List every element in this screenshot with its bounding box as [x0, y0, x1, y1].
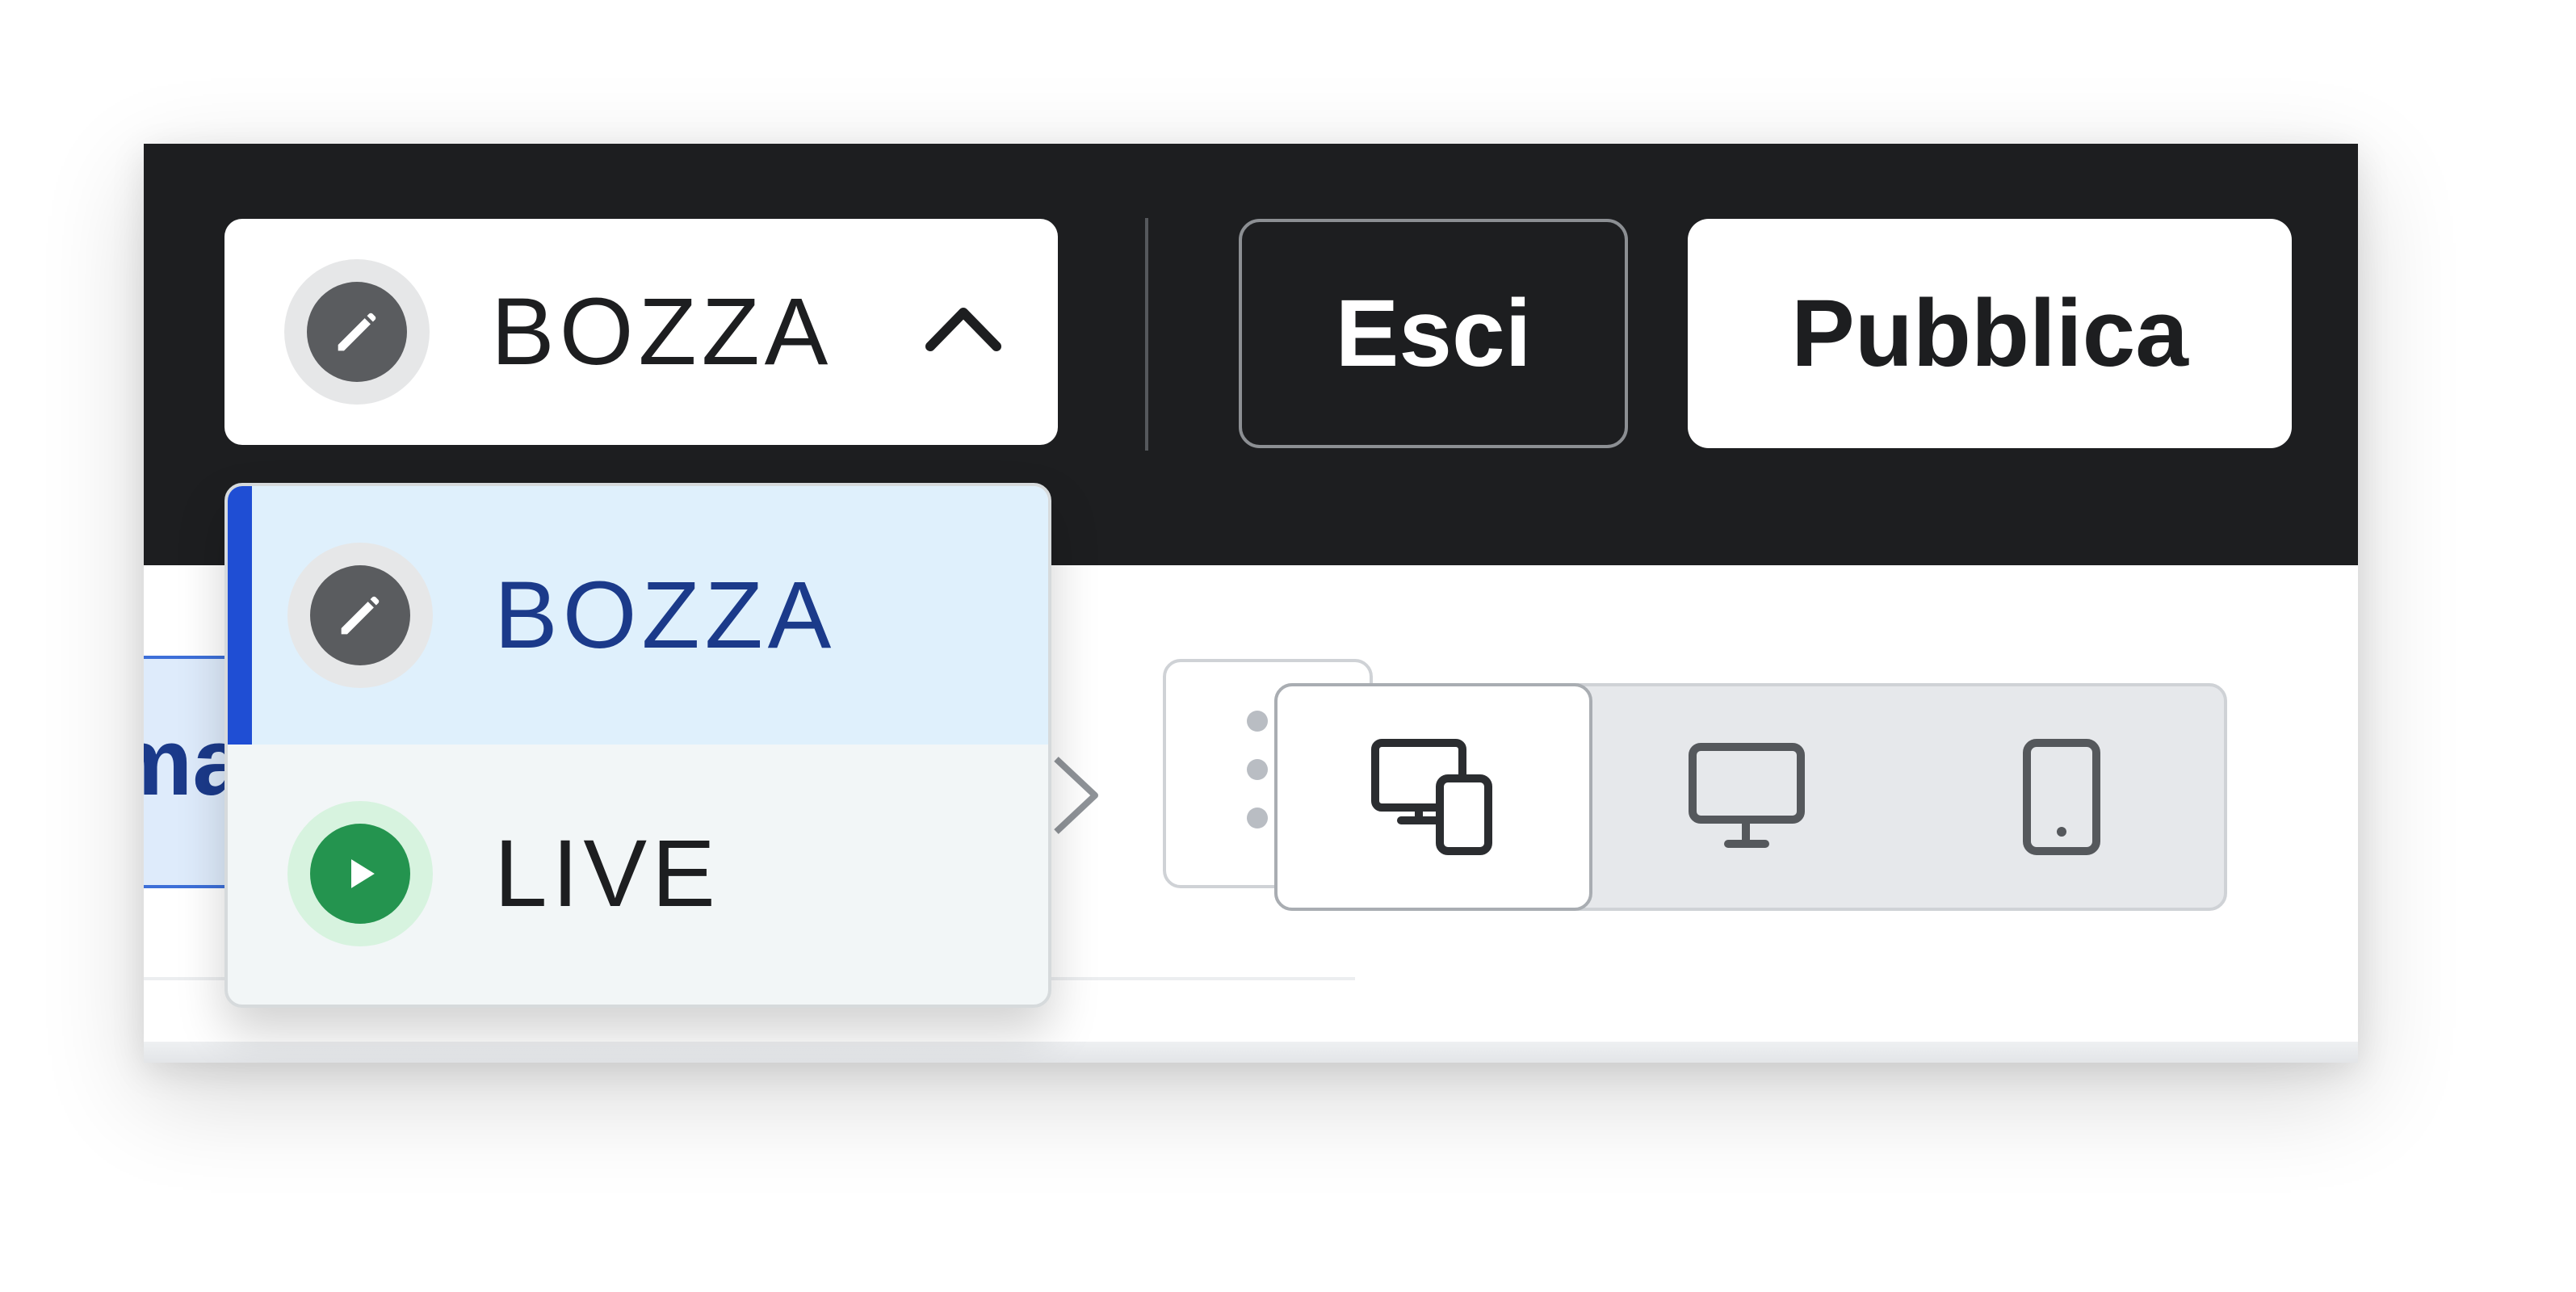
- mobile-view-button[interactable]: [1904, 686, 2219, 908]
- exit-button[interactable]: Esci: [1239, 219, 1628, 448]
- pencil-icon: [341, 596, 380, 635]
- mobile-icon: [2023, 739, 2100, 855]
- more-dot: [1247, 808, 1268, 828]
- app-window: BOZZA Esci Pubblica ma: [144, 144, 2358, 1063]
- more-dot: [1247, 759, 1268, 780]
- more-dots-icon: [1247, 711, 1268, 732]
- status-menu: BOZZA LIVE: [224, 483, 1051, 1008]
- status-option-label: LIVE: [494, 820, 720, 927]
- content-bottom-edge: [144, 1042, 2358, 1063]
- status-dropdown-button[interactable]: BOZZA: [224, 219, 1058, 445]
- status-icon: [287, 801, 433, 946]
- desktop-icon: [1689, 743, 1805, 848]
- device-preview-toggle: [1274, 683, 2227, 911]
- chevron-up-icon: [925, 308, 1001, 351]
- chevron-right-icon: [1054, 757, 1098, 834]
- toolbar-divider: [1145, 218, 1148, 451]
- status-icon: [287, 543, 433, 688]
- desktop-view-button[interactable]: [1589, 686, 1904, 908]
- play-icon: [351, 859, 375, 888]
- status-option-live[interactable]: LIVE: [228, 745, 1048, 1003]
- responsive-devices-icon: [1371, 739, 1492, 855]
- status-option-label: BOZZA: [494, 562, 837, 669]
- status-current-label: BOZZA: [491, 279, 833, 385]
- pencil-icon: [338, 313, 376, 351]
- status-icon: [284, 259, 430, 405]
- publish-button[interactable]: Pubblica: [1688, 219, 2292, 448]
- status-option-draft[interactable]: BOZZA: [228, 486, 1048, 745]
- selected-indicator: [228, 486, 252, 745]
- responsive-view-button[interactable]: [1274, 683, 1592, 911]
